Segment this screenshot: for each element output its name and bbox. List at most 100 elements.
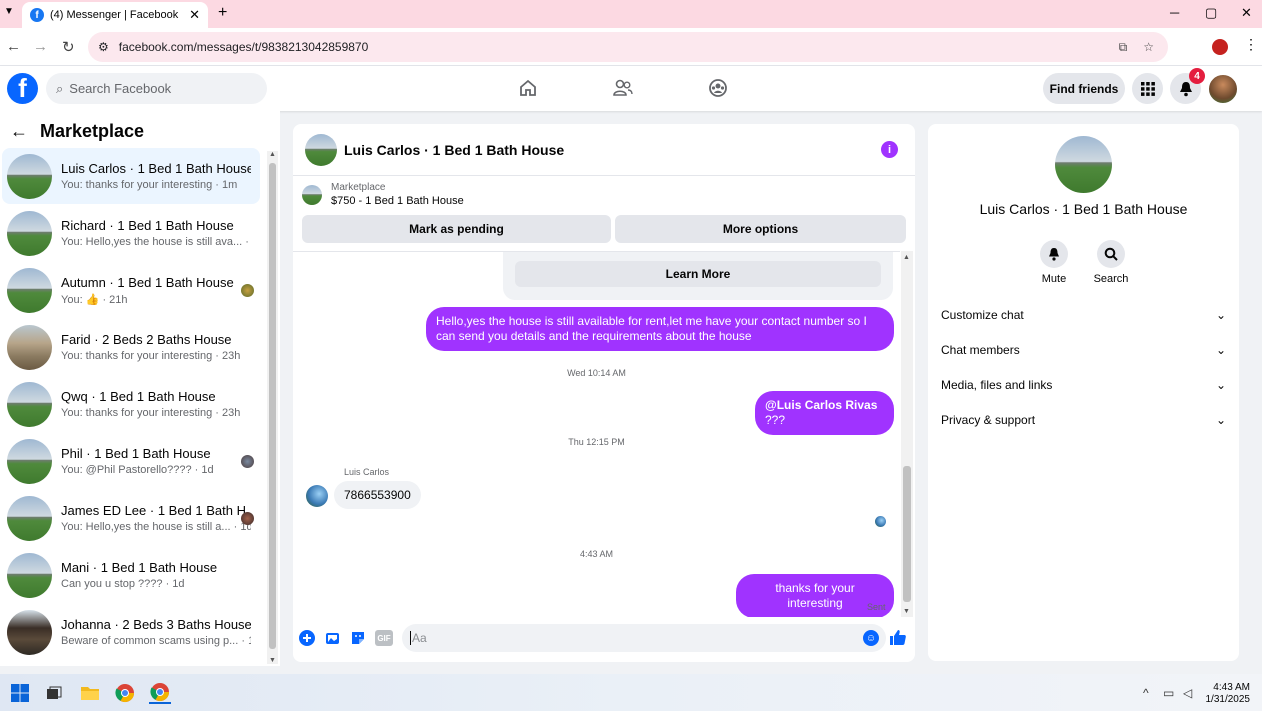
scroll-down-arrow-icon[interactable]: ▼ xyxy=(269,657,276,664)
minimize-button[interactable]: ─ xyxy=(1170,5,1179,20)
conversation-name: Autumn · 1 Bed 1 Bath House xyxy=(61,274,234,290)
account-avatar[interactable] xyxy=(1207,73,1239,105)
close-window-button[interactable]: ✕ xyxy=(1241,5,1252,21)
tab-title: (4) Messenger | Facebook xyxy=(50,9,179,21)
message-bubble-incoming[interactable]: 7866553900 xyxy=(334,481,421,509)
listing-price-title: $750 - 1 Bed 1 Bath House xyxy=(331,195,464,207)
conversation-item[interactable]: Qwq · 1 Bed 1 Bath House You: thanks for … xyxy=(2,376,260,432)
thumbs-up-send-icon[interactable] xyxy=(889,628,907,646)
url-field[interactable]: ⚙ facebook.com/messages/t/98382130428598… xyxy=(88,32,1168,62)
avatar xyxy=(7,495,52,541)
home-icon[interactable] xyxy=(516,76,540,100)
sender-avatar[interactable] xyxy=(306,485,328,507)
conversation-item[interactable]: Mani · 1 Bed 1 Bath House Can you u stop … xyxy=(2,547,260,603)
show-hidden-icons-icon[interactable]: ^ xyxy=(1143,686,1149,700)
facebook-logo-icon[interactable]: f xyxy=(7,73,38,104)
sidebar-title: Marketplace xyxy=(40,121,145,141)
avatar[interactable] xyxy=(305,133,337,166)
scroll-down-arrow-icon[interactable]: ▼ xyxy=(903,608,910,615)
avatar xyxy=(7,609,52,655)
info-icon[interactable]: i xyxy=(881,141,898,158)
find-friends-button[interactable]: Find friends xyxy=(1043,73,1125,104)
conversation-item[interactable]: Phil · 1 Bed 1 Bath House You: @Phil Past… xyxy=(2,433,260,489)
mark-as-pending-button[interactable]: Mark as pending xyxy=(302,215,611,243)
avatar[interactable] xyxy=(1055,136,1112,193)
tab-close-icon[interactable]: ✕ xyxy=(189,7,200,23)
scroll-up-arrow-icon[interactable]: ▲ xyxy=(269,151,276,158)
emoji-icon[interactable]: ☺ xyxy=(863,630,879,646)
mention[interactable]: @Luis Carlos Rivas xyxy=(765,398,877,412)
conversation-list-scrollbar[interactable]: ▲ ▼ xyxy=(267,151,278,664)
more-options-button[interactable]: More options xyxy=(615,215,906,243)
sender-name: Luis Carlos xyxy=(344,467,390,477)
back-arrow-icon[interactable]: ← xyxy=(10,121,28,142)
scrollbar-thumb[interactable] xyxy=(903,466,911,602)
conversation-name: Qwq · 1 Bed 1 Bath House xyxy=(61,389,216,404)
learn-more-button[interactable]: Learn More xyxy=(515,261,881,287)
task-view-icon[interactable] xyxy=(43,682,65,704)
friends-icon[interactable] xyxy=(611,76,635,100)
mute-button[interactable]: Mute xyxy=(1024,240,1084,285)
facebook-top-nav: f ⌕ Search Facebook Find friends xyxy=(0,66,1262,111)
message-input[interactable]: Aa ☺ xyxy=(402,624,886,652)
section-chat-members[interactable]: Chat members ⌄ xyxy=(941,343,1226,357)
section-media-files-links[interactable]: Media, files and links ⌄ xyxy=(941,378,1226,392)
sidebar-header: ← Marketplace xyxy=(10,121,144,142)
file-explorer-icon[interactable] xyxy=(79,682,101,704)
conversation-item[interactable]: Autumn · 1 Bed 1 Bath House You: 👍 · 21h xyxy=(2,262,260,318)
browser-menu-icon[interactable]: ⋮ xyxy=(1244,36,1258,53)
windows-start-icon[interactable] xyxy=(9,682,31,704)
conversation-item[interactable]: Richard · 1 Bed 1 Bath House You: Hello,y… xyxy=(2,205,260,261)
bookmark-star-icon[interactable]: ☆ xyxy=(1143,40,1154,55)
thread-scrollbar[interactable]: ▲ ▼ xyxy=(901,251,913,617)
chrome-icon[interactable] xyxy=(114,682,136,704)
browser-tab[interactable]: f (4) Messenger | Facebook ✕ xyxy=(22,2,208,28)
install-app-icon[interactable]: ⧉ xyxy=(1119,40,1128,55)
info-card: Learn More xyxy=(503,252,893,300)
section-privacy-support[interactable]: Privacy & support ⌄ xyxy=(941,413,1226,427)
section-customize-chat[interactable]: Customize chat ⌄ xyxy=(941,308,1226,322)
message-thread: Learn More Hello,yes the house is still … xyxy=(293,251,900,617)
avatar xyxy=(7,381,52,427)
network-icon[interactable]: ▭ xyxy=(1163,686,1174,700)
new-tab-button[interactable]: + xyxy=(218,4,227,22)
chrome-active-icon[interactable] xyxy=(149,682,171,704)
marketplace-listing[interactable]: Marketplace $750 - 1 Bed 1 Bath House xyxy=(302,182,464,207)
conversation-item[interactable]: James ED Lee · 1 Bed 1 Bath H... You: Hel… xyxy=(2,490,260,546)
clock-date: 1/31/2025 xyxy=(1205,694,1251,705)
menu-grid-icon[interactable] xyxy=(1132,73,1163,104)
conversation-item[interactable]: Luis Carlos · 1 Bed 1 Bath House You: tha… xyxy=(2,148,260,204)
windows-taskbar: ^ ▭ ◁ 4:43 AM 1/31/2025 xyxy=(0,674,1262,711)
message-bubble-outgoing[interactable]: @Luis Carlos Rivas ??? xyxy=(755,391,894,435)
volume-icon[interactable]: ◁ xyxy=(1183,686,1192,700)
photo-icon[interactable] xyxy=(325,630,341,646)
system-clock[interactable]: 4:43 AM 1/31/2025 xyxy=(1206,682,1251,706)
groups-icon[interactable] xyxy=(706,76,730,100)
forward-arrow-icon[interactable]: → xyxy=(33,38,48,55)
message-text: ??? xyxy=(765,413,786,427)
chat-header: Luis Carlos · 1 Bed 1 Bath House i xyxy=(293,124,915,176)
scroll-up-arrow-icon[interactable]: ▲ xyxy=(903,254,910,261)
sticker-icon[interactable] xyxy=(350,630,366,646)
conversation-preview: You: 👍 · 21h xyxy=(61,293,251,306)
conversation-name: Mani · 1 Bed 1 Bath House xyxy=(61,560,218,575)
gif-icon[interactable]: GIF xyxy=(375,630,393,646)
add-plus-icon[interactable] xyxy=(299,630,315,646)
site-settings-icon[interactable]: ⚙ xyxy=(98,40,109,54)
browser-profile-icon[interactable] xyxy=(1212,39,1228,55)
chat-title[interactable]: Luis Carlos · 1 Bed 1 Bath House xyxy=(344,142,564,158)
scrollbar-thumb[interactable] xyxy=(269,163,276,649)
timestamp: Wed 10:14 AM xyxy=(567,368,626,378)
message-bubble-outgoing[interactable]: Hello,yes the house is still available f… xyxy=(426,307,894,351)
back-arrow-icon[interactable]: ← xyxy=(6,38,21,55)
reload-icon[interactable]: ↻ xyxy=(62,38,75,56)
tab-search-chevron-icon[interactable]: ▼ xyxy=(4,6,14,17)
conversation-item[interactable]: Johanna · 2 Beds 3 Baths House Beware of … xyxy=(2,604,260,660)
facebook-search-input[interactable]: ⌕ Search Facebook xyxy=(46,73,267,104)
conversation-item[interactable]: Farid · 2 Beds 2 Baths House You: thanks … xyxy=(2,319,260,375)
maximize-button[interactable]: ▢ xyxy=(1205,5,1217,21)
seen-avatar xyxy=(241,284,254,297)
listing-thumbnail xyxy=(302,184,322,205)
facebook-favicon-icon: f xyxy=(30,8,44,22)
search-conversation-button[interactable]: Search xyxy=(1081,240,1141,285)
